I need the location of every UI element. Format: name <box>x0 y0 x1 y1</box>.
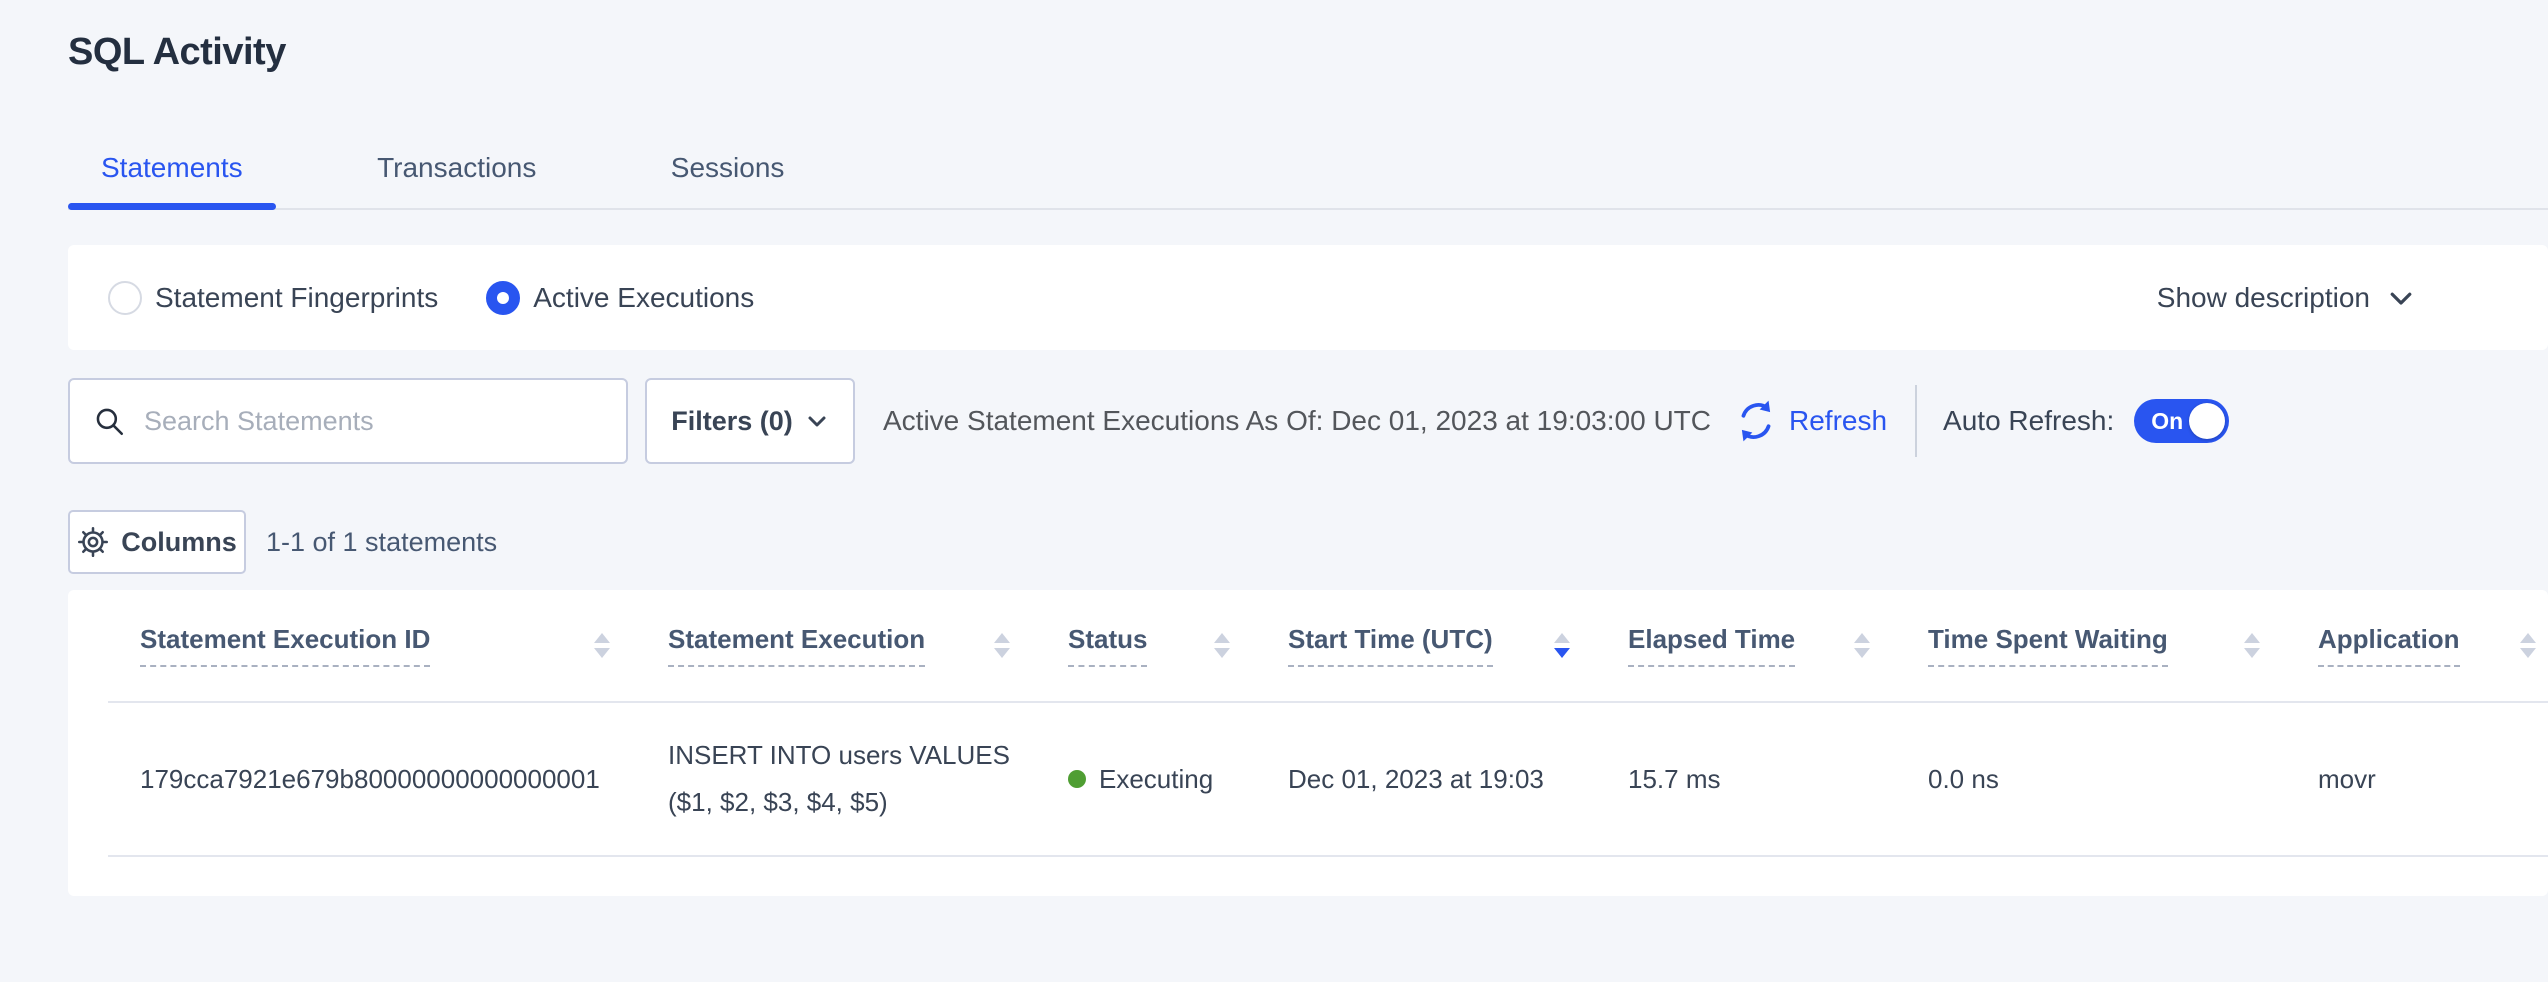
toolbar: Filters (0) Active Statement Executions … <box>68 378 2548 464</box>
tab-statements[interactable]: Statements <box>68 74 276 208</box>
table-controls-row: Columns 1-1 of 1 statements <box>68 510 2548 574</box>
refresh-icon <box>1733 398 1779 444</box>
cell-execution-id[interactable]: 179cca7921e679b80000000000000001 <box>108 764 640 795</box>
column-header-statement-execution[interactable]: Statement Execution <box>640 624 1040 667</box>
view-mode-panel: Statement Fingerprints Active Executions… <box>68 245 2548 350</box>
columns-button[interactable]: Columns <box>68 510 246 574</box>
sort-icon[interactable] <box>2520 633 2536 658</box>
tab-sessions[interactable]: Sessions <box>638 74 818 208</box>
sort-icon[interactable] <box>994 633 1010 658</box>
show-description-toggle[interactable]: Show description <box>2157 282 2416 314</box>
radio-label: Active Executions <box>533 282 754 314</box>
as-of-text: Active Statement Executions As Of: Dec 0… <box>883 405 1711 437</box>
column-header-status[interactable]: Status <box>1040 624 1260 667</box>
column-header-elapsed-time[interactable]: Elapsed Time <box>1600 624 1900 667</box>
sort-desc-icon[interactable] <box>1554 633 1570 658</box>
sort-icon[interactable] <box>1854 633 1870 658</box>
status-dot-icon <box>1068 770 1086 788</box>
status-label: Executing <box>1099 764 1213 795</box>
search-input[interactable] <box>144 406 608 437</box>
divider <box>1915 385 1917 457</box>
refresh-label: Refresh <box>1789 405 1887 437</box>
statements-table: Statement Execution ID Statement Executi… <box>68 590 2548 896</box>
column-header-start-time[interactable]: Start Time (UTC) <box>1260 624 1600 667</box>
auto-refresh-toggle[interactable]: On <box>2134 399 2229 443</box>
column-header-application[interactable]: Application <box>2290 624 2548 667</box>
auto-refresh-label: Auto Refresh: <box>1943 405 2114 437</box>
filters-button[interactable]: Filters (0) <box>645 378 855 464</box>
page-title: SQL Activity <box>0 0 2548 74</box>
refresh-button[interactable]: Refresh <box>1733 398 1887 444</box>
radio-unselected-icon <box>108 281 142 315</box>
sort-icon[interactable] <box>1214 633 1230 658</box>
columns-label: Columns <box>121 527 237 558</box>
show-description-label: Show description <box>2157 282 2370 314</box>
radio-statement-fingerprints[interactable]: Statement Fingerprints <box>108 281 438 315</box>
cell-time-spent-waiting: 0.0 ns <box>1900 764 2290 795</box>
filters-label: Filters (0) <box>671 406 793 437</box>
tab-bar: Statements Transactions Sessions <box>68 74 2548 210</box>
result-count: 1-1 of 1 statements <box>266 527 497 558</box>
tab-transactions[interactable]: Transactions <box>344 74 569 208</box>
chevron-down-icon <box>805 409 829 433</box>
cell-start-time: Dec 01, 2023 at 19:03 <box>1260 764 1600 795</box>
cell-statement[interactable]: INSERT INTO users VALUES ($1, $2, $3, $4… <box>640 732 1040 826</box>
column-header-time-spent-waiting[interactable]: Time Spent Waiting <box>1900 624 2290 667</box>
radio-active-executions[interactable]: Active Executions <box>486 281 754 315</box>
cell-application: movr <box>2290 764 2548 795</box>
cell-elapsed-time: 15.7 ms <box>1600 764 1900 795</box>
toggle-state-label: On <box>2151 408 2183 435</box>
search-box <box>68 378 628 464</box>
chevron-down-icon <box>2386 283 2416 313</box>
sort-icon[interactable] <box>2244 633 2260 658</box>
sort-icon[interactable] <box>594 633 610 658</box>
toggle-knob <box>2189 403 2225 439</box>
cell-status: Executing <box>1040 764 1260 795</box>
search-icon <box>92 404 126 438</box>
column-header-execution-id[interactable]: Statement Execution ID <box>108 624 640 667</box>
gear-icon <box>77 526 109 558</box>
radio-selected-icon <box>486 281 520 315</box>
table-row[interactable]: 179cca7921e679b80000000000000001 INSERT … <box>108 703 2548 857</box>
view-mode-radio-group: Statement Fingerprints Active Executions <box>108 281 802 315</box>
radio-label: Statement Fingerprints <box>155 282 438 314</box>
table-header-row: Statement Execution ID Statement Executi… <box>108 590 2548 703</box>
